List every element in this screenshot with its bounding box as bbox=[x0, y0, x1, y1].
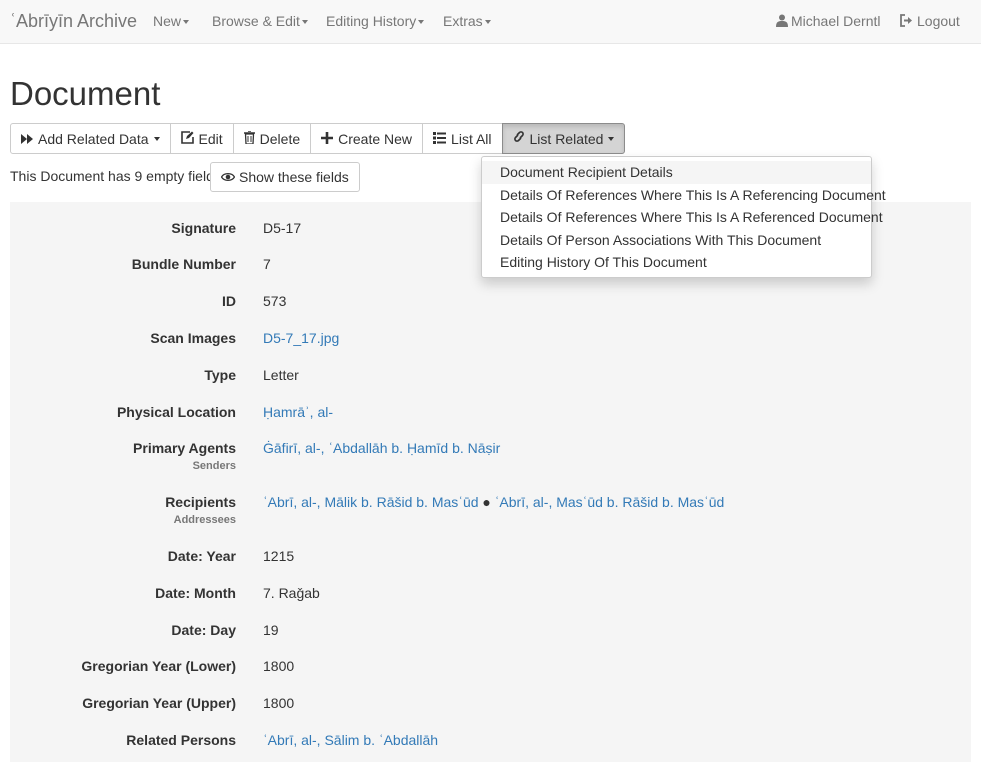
list-related-label: List Related bbox=[529, 130, 604, 147]
menu-item-document-recipient-details[interactable]: Document Recipient Details bbox=[482, 161, 871, 184]
list-all-button[interactable]: List All bbox=[422, 123, 503, 154]
field-label: Physical Location bbox=[116, 404, 236, 420]
field-sublabel: Senders bbox=[192, 460, 236, 472]
create-new-label: Create New bbox=[338, 130, 413, 147]
nav-menu-extras[interactable]: Extras bbox=[443, 13, 491, 29]
chevron-down-icon bbox=[183, 20, 190, 25]
user-name: Michael Derntl bbox=[791, 13, 881, 29]
chevron-down-icon bbox=[153, 136, 160, 141]
field-label: Primary Agents bbox=[133, 440, 236, 456]
fast-forward-icon bbox=[21, 131, 33, 147]
trash-icon bbox=[243, 129, 255, 147]
nav-menu-label: Extras bbox=[443, 13, 483, 29]
nav-menu-label: Editing History bbox=[326, 13, 417, 29]
related-person-link[interactable]: ʿAbrī, al-, Sālim b. ʿAbdallāh bbox=[263, 732, 438, 748]
logout-icon bbox=[900, 14, 912, 27]
logout-label: Logout bbox=[917, 13, 960, 29]
field-label: Date: Month bbox=[155, 585, 236, 601]
list-all-label: List All bbox=[451, 130, 492, 147]
chevron-down-icon bbox=[418, 20, 425, 25]
recipient-link[interactable]: ʿAbrī, al-, Mālik b. Rāšid b. Masʿūd bbox=[263, 494, 479, 510]
add-related-data-button[interactable]: Add Related Data bbox=[10, 123, 171, 154]
chevron-down-icon bbox=[484, 20, 491, 25]
empty-fields-notice: This Document has 9 empty fields. bbox=[10, 168, 225, 184]
field-value: 7. Raǧab bbox=[263, 585, 320, 601]
field-value: ʿAbrī, al-, Mālik b. Rāšid b. Masʿūd ● ʿ… bbox=[263, 494, 724, 510]
add-related-data-label: Add Related Data bbox=[38, 130, 149, 147]
field-value: 7 bbox=[263, 256, 271, 272]
edit-icon bbox=[180, 130, 194, 147]
action-toolbar: Add Related Data Edit Delete Create New … bbox=[10, 123, 626, 154]
user-icon bbox=[776, 14, 788, 27]
show-empty-fields-label: Show these fields bbox=[239, 169, 349, 185]
field-value: 1215 bbox=[263, 548, 295, 564]
edit-label: Edit bbox=[198, 130, 223, 147]
primary-agent-link[interactable]: Ġāfirī, al-, ʿAbdallāh b. Ḥamīd b. Nāṣir bbox=[263, 440, 500, 456]
field-value: ʿAbrī, al-, Sālim b. ʿAbdallāh bbox=[263, 732, 438, 748]
menu-item-referencing-document-references[interactable]: Details Of References Where This Is A Re… bbox=[482, 184, 886, 207]
navbar: ʿAbrīyīn Archive New Browse & Edit Editi… bbox=[0, 0, 981, 44]
delete-label: Delete bbox=[259, 130, 301, 147]
menu-item-editing-history[interactable]: Editing History Of This Document bbox=[482, 251, 871, 274]
chevron-down-icon bbox=[301, 20, 308, 25]
menu-item-person-associations[interactable]: Details Of Person Associations With This… bbox=[482, 229, 871, 252]
show-empty-fields-button[interactable]: Show these fields bbox=[210, 162, 360, 192]
field-label: Gregorian Year (Lower) bbox=[81, 658, 236, 674]
edit-button[interactable]: Edit bbox=[169, 123, 234, 154]
field-label: Signature bbox=[171, 220, 236, 236]
field-label: ID bbox=[222, 293, 236, 309]
document-details-panel: Signature D5-17 Bundle Number 7 ID 573 S… bbox=[10, 202, 971, 762]
recipient-link[interactable]: ʿAbrī, al-, Masʿūd b. Rāšid b. Masʿūd bbox=[495, 494, 725, 510]
field-label: Scan Images bbox=[150, 330, 236, 346]
field-value: 573 bbox=[263, 293, 287, 309]
field-value: Letter bbox=[263, 367, 299, 383]
field-value: Ġāfirī, al-, ʿAbdallāh b. Ḥamīd b. Nāṣir bbox=[263, 440, 500, 456]
field-label: Recipients bbox=[165, 494, 236, 510]
field-label: Date: Year bbox=[167, 548, 236, 564]
bullet-separator: ● bbox=[482, 494, 491, 510]
menu-item-referenced-document-references[interactable]: Details Of References Where This Is A Re… bbox=[482, 206, 883, 229]
brand-link[interactable]: ʿAbrīyīn Archive bbox=[10, 11, 137, 32]
nav-menu-new[interactable]: New bbox=[153, 13, 190, 29]
physical-location-link[interactable]: Ḥamrāʾ, al- bbox=[263, 404, 333, 420]
logout-link[interactable]: Logout bbox=[900, 13, 960, 29]
field-value: 1800 bbox=[263, 658, 295, 674]
field-value: 19 bbox=[263, 622, 279, 638]
create-new-button[interactable]: Create New bbox=[310, 123, 424, 154]
nav-menu-browse-edit[interactable]: Browse & Edit bbox=[212, 13, 308, 29]
field-value: Ḥamrāʾ, al- bbox=[263, 404, 333, 420]
field-label: Bundle Number bbox=[131, 256, 236, 272]
field-label: Related Persons bbox=[126, 732, 236, 748]
list-icon bbox=[433, 131, 447, 147]
nav-menu-label: Browse & Edit bbox=[212, 13, 300, 29]
field-value: D5-7_17.jpg bbox=[263, 330, 339, 346]
link-icon bbox=[513, 130, 525, 147]
field-label: Date: Day bbox=[171, 622, 236, 638]
scan-image-link[interactable]: D5-7_17.jpg bbox=[263, 330, 339, 346]
chevron-down-icon bbox=[608, 136, 615, 141]
field-value: 1800 bbox=[263, 695, 295, 711]
user-menu[interactable]: Michael Derntl bbox=[776, 13, 880, 29]
list-related-button[interactable]: List Related bbox=[501, 123, 626, 154]
field-sublabel: Addressees bbox=[173, 514, 236, 526]
list-related-dropdown: Document Recipient Details Details Of Re… bbox=[481, 156, 886, 278]
field-value: D5-17 bbox=[263, 220, 302, 236]
plus-icon bbox=[321, 131, 334, 147]
nav-menu-label: New bbox=[153, 13, 182, 29]
nav-menu-editing-history[interactable]: Editing History bbox=[326, 13, 425, 29]
eye-icon bbox=[220, 169, 236, 185]
delete-button[interactable]: Delete bbox=[232, 123, 312, 154]
field-label: Type bbox=[204, 367, 236, 383]
field-label: Gregorian Year (Upper) bbox=[82, 695, 236, 711]
page-title: Document bbox=[10, 75, 161, 112]
